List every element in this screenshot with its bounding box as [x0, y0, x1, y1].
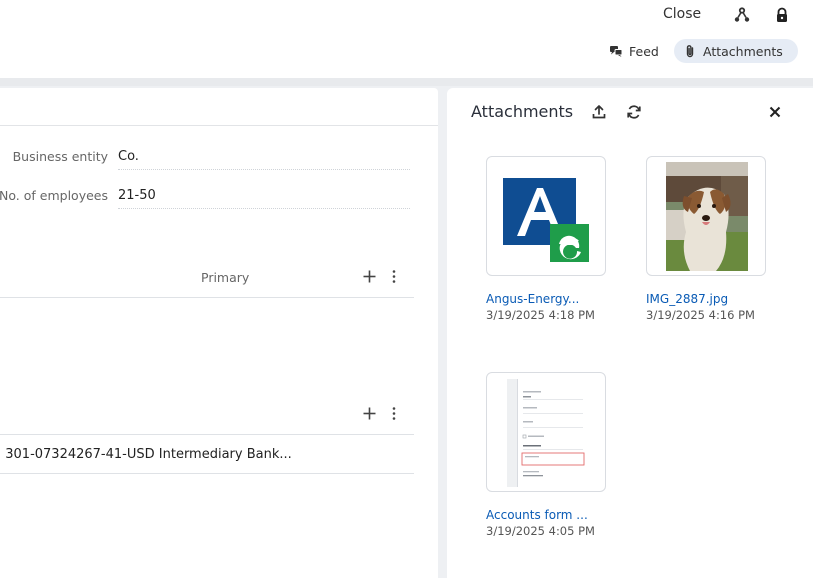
- divider-strip: [0, 78, 813, 86]
- employees-label: No. of employees: [0, 188, 108, 203]
- attachment-name-link[interactable]: IMG_2887.jpg: [646, 292, 766, 306]
- attachments-panel: Attachments Angus-Energy... 3/19/2025 4:…: [447, 88, 813, 578]
- tab-bar: Feed Attachments: [0, 30, 813, 78]
- business-entity-field[interactable]: Co.: [118, 148, 410, 170]
- lock-icon[interactable]: [774, 7, 790, 23]
- employees-field[interactable]: 21-50: [118, 187, 410, 209]
- attachment-date: 3/19/2025 4:18 PM: [486, 308, 595, 322]
- bank-account-text: . 301-07324267-41-USD Intermediary Bank.…: [0, 447, 292, 462]
- hierarchy-icon[interactable]: [734, 7, 750, 23]
- tab-feed[interactable]: Feed: [600, 39, 669, 63]
- document-preview-image: [499, 379, 595, 487]
- attachment-date: 3/19/2025 4:05 PM: [486, 524, 595, 538]
- upload-icon[interactable]: [591, 104, 607, 120]
- company-logo-image: [503, 178, 589, 262]
- app-root: Close Feed Attachments Business entity C…: [0, 0, 813, 578]
- plus-icon: [363, 270, 376, 283]
- refresh-icon[interactable]: [626, 104, 642, 120]
- attachment-name-link[interactable]: Angus-Energy...: [486, 292, 606, 306]
- add-contact-button[interactable]: [362, 269, 377, 284]
- attachment-thumbnail-document[interactable]: [486, 372, 606, 492]
- tab-attachments-label: Attachments: [703, 43, 783, 59]
- attachment-thumbnail-photo[interactable]: [646, 156, 766, 276]
- contacts-more-button[interactable]: [388, 269, 400, 284]
- close-button[interactable]: Close: [663, 6, 701, 22]
- kebab-icon: [392, 407, 396, 420]
- top-header: Close: [0, 0, 813, 30]
- tab-attachments[interactable]: Attachments: [674, 39, 798, 63]
- attachment-thumbnail-logo[interactable]: [486, 156, 606, 276]
- tab-feed-label: Feed: [629, 43, 659, 59]
- attachment-name-link[interactable]: Accounts form ...: [486, 508, 606, 522]
- plus-icon: [363, 407, 376, 420]
- contacts-section-header: Primary: [0, 266, 414, 298]
- bank-account-row[interactable]: . 301-07324267-41-USD Intermediary Bank.…: [0, 435, 414, 474]
- kebab-icon: [392, 270, 396, 283]
- dog-photo-image: [666, 162, 748, 271]
- bank-more-button[interactable]: [388, 406, 400, 421]
- panel-title: Attachments: [471, 102, 574, 121]
- attachment-date: 3/19/2025 4:16 PM: [646, 308, 755, 322]
- paperclip-icon: [683, 44, 697, 58]
- add-bank-button[interactable]: [362, 406, 377, 421]
- primary-column-header: Primary: [201, 270, 250, 285]
- form-card-header: [0, 88, 438, 126]
- record-form-card: Business entity Co. No. of employees 21-…: [0, 88, 438, 578]
- close-icon[interactable]: [767, 104, 783, 120]
- feed-icon: [609, 44, 623, 58]
- business-entity-label: Business entity: [12, 149, 108, 164]
- bank-section-header: [0, 402, 414, 435]
